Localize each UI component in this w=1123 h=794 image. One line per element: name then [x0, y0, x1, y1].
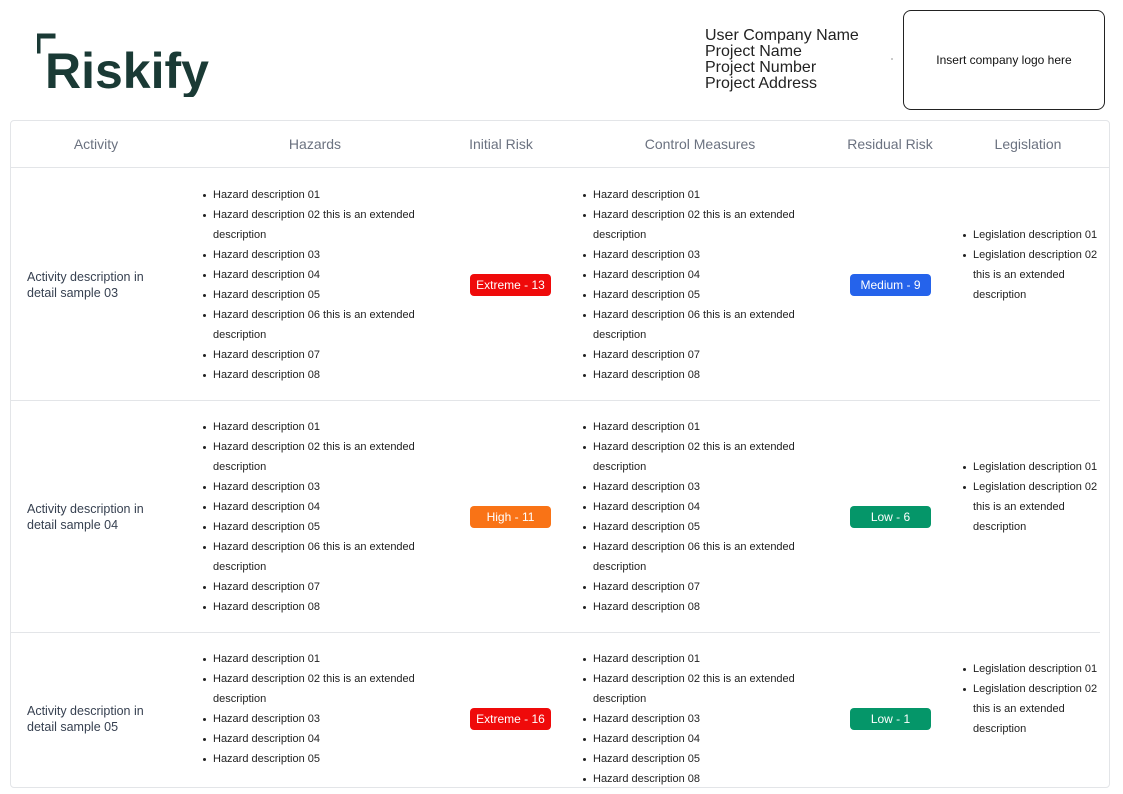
brand-name: Riskify [45, 43, 209, 97]
hazard-item: Hazard description 02 this is an extende… [201, 205, 441, 245]
activity-description: Activity description in detail sample 04 [27, 502, 144, 532]
riskify-logo-mark: Riskify [37, 33, 209, 97]
control-item: Hazard description 07 [581, 345, 821, 365]
control-item: Hazard description 08 [581, 365, 821, 385]
legislation-list: Legislation description 01 Legislation d… [961, 457, 1101, 537]
initial-risk-badge: Extreme - 16 [470, 708, 551, 730]
header-initial-risk: Initial Risk [469, 136, 533, 152]
legislation-item: Legislation description 01 [961, 457, 1101, 477]
initial-risk-badge: High - 11 [470, 506, 551, 528]
control-measures-list: Hazard description 01 Hazard description… [581, 185, 821, 385]
control-item: Hazard description 08 [581, 769, 821, 787]
hazard-item: Hazard description 07 [201, 345, 441, 365]
control-item: Hazard description 06 this is an extende… [581, 537, 821, 577]
hazard-item: Hazard description 05 [201, 517, 441, 537]
legislation-item: Legislation description 02 this is an ex… [961, 477, 1101, 537]
control-item: Hazard description 07 [581, 577, 821, 597]
project-number: Project Number [705, 59, 817, 76]
control-item: Hazard description 05 [581, 517, 821, 537]
hazard-item: Hazard description 03 [201, 245, 441, 265]
control-item: Hazard description 02 this is an extende… [581, 437, 821, 477]
control-item: Hazard description 05 [581, 749, 821, 769]
hazard-item: Hazard description 05 [201, 749, 441, 769]
logo-placeholder-text: Insert company logo here [936, 53, 1072, 67]
separator-dot [891, 58, 893, 60]
header-activity: Activity [73, 136, 119, 152]
residual-risk-badge: Low - 6 [850, 506, 931, 528]
table-row: Activity description in detail sample 05… [11, 633, 1101, 787]
hazard-item: Hazard description 01 [201, 649, 441, 669]
header-residual-risk: Residual Risk [847, 136, 933, 152]
initial-risk-badge: Extreme - 13 [470, 274, 551, 296]
hazard-item: Hazard description 06 this is an extende… [201, 305, 441, 345]
control-item: Hazard description 02 this is an extende… [581, 205, 821, 245]
hazard-item: Hazard description 04 [201, 265, 441, 285]
header-control-measures: Control Measures [644, 136, 756, 152]
project-name: Project Name [705, 43, 802, 60]
control-item: Hazard description 03 [581, 245, 821, 265]
control-item: Hazard description 03 [581, 477, 821, 497]
table-row: Activity description in detail sample 03… [11, 169, 1100, 400]
residual-risk-badge: Low - 1 [850, 708, 931, 730]
control-measures-list: Hazard description 01 Hazard description… [581, 649, 821, 787]
control-item: Hazard description 04 [581, 265, 821, 285]
activity-description: Activity description in detail sample 03 [27, 270, 144, 300]
hazards-list: Hazard description 01 Hazard description… [201, 649, 441, 769]
company-name: User Company Name [705, 27, 859, 44]
company-logo-placeholder: Insert company logo here [903, 10, 1105, 110]
hazards-list: Hazard description 01 Hazard description… [201, 417, 441, 617]
control-item: Hazard description 08 [581, 597, 821, 617]
hazard-item: Hazard description 07 [201, 577, 441, 597]
control-item: Hazard description 06 this is an extende… [581, 305, 821, 345]
legislation-list: Legislation description 01 Legislation d… [961, 659, 1101, 739]
activity-description: Activity description in detail sample 05 [27, 704, 144, 734]
residual-risk-badge: Medium - 9 [850, 274, 931, 296]
control-item: Hazard description 03 [581, 709, 821, 729]
risk-table: Activity Hazards Initial Risk Control Me… [10, 120, 1110, 788]
riskify-logo: Riskify [37, 33, 212, 97]
control-measures-list: Hazard description 01 Hazard description… [581, 417, 821, 617]
hazard-item: Hazard description 08 [201, 597, 441, 617]
hazard-item: Hazard description 01 [201, 185, 441, 205]
control-item: Hazard description 05 [581, 285, 821, 305]
control-item: Hazard description 02 this is an extende… [581, 669, 821, 709]
legislation-item: Legislation description 02 this is an ex… [961, 245, 1101, 305]
header-hazards: Hazards [288, 136, 342, 152]
hazard-item: Hazard description 02 this is an extende… [201, 437, 441, 477]
control-item: Hazard description 01 [581, 649, 821, 669]
table-header: Activity Hazards Initial Risk Control Me… [11, 121, 1109, 168]
project-address: Project Address [705, 75, 818, 92]
table-row: Activity description in detail sample 04… [11, 401, 1100, 632]
control-item: Hazard description 01 [581, 417, 821, 437]
hazard-item: Hazard description 04 [201, 729, 441, 749]
hazards-list: Hazard description 01 Hazard description… [201, 185, 441, 385]
control-item: Hazard description 01 [581, 185, 821, 205]
legislation-item: Legislation description 02 this is an ex… [961, 679, 1101, 739]
control-item: Hazard description 04 [581, 497, 821, 517]
hazard-item: Hazard description 03 [201, 709, 441, 729]
hazard-item: Hazard description 03 [201, 477, 441, 497]
legislation-item: Legislation description 01 [961, 659, 1101, 679]
header-legislation: Legislation [994, 136, 1062, 152]
hazard-item: Hazard description 06 this is an extende… [201, 537, 441, 577]
project-info: User Company Name Project Name Project N… [705, 28, 859, 92]
legislation-item: Legislation description 01 [961, 225, 1101, 245]
hazard-item: Hazard description 01 [201, 417, 441, 437]
hazard-item: Hazard description 08 [201, 365, 441, 385]
hazard-item: Hazard description 04 [201, 497, 441, 517]
legislation-list: Legislation description 01 Legislation d… [961, 225, 1101, 305]
hazard-item: Hazard description 02 this is an extende… [201, 669, 441, 709]
hazard-item: Hazard description 05 [201, 285, 441, 305]
control-item: Hazard description 04 [581, 729, 821, 749]
